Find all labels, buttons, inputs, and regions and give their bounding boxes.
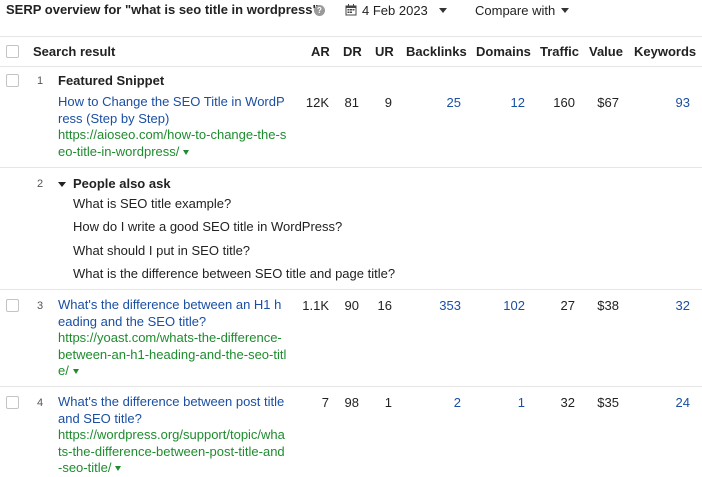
row-checkbox[interactable] <box>6 299 19 312</box>
backlinks-value[interactable]: 2 <box>454 395 461 410</box>
col-domains[interactable]: Domains <box>476 44 531 59</box>
table-row: 1 Featured Snippet How to Change the SEO… <box>0 66 702 168</box>
col-ur[interactable]: UR <box>375 44 394 59</box>
compare-with-dropdown[interactable]: Compare with <box>475 1 570 19</box>
col-dr[interactable]: DR <box>343 44 362 59</box>
ar-value: 12K <box>305 95 329 110</box>
ur-value: 1 <box>384 395 392 410</box>
dr-value: 90 <box>344 298 359 313</box>
top-bar: SERP overview for "what is seo title in … <box>0 0 702 22</box>
paa-question[interactable]: How do I write a good SEO title in WordP… <box>73 219 342 234</box>
result-url[interactable]: https://wordpress.org/support/topic/what… <box>58 427 288 477</box>
chevron-down-icon[interactable] <box>183 149 190 155</box>
result-url[interactable]: https://aioseo.com/how-to-change-the-seo… <box>58 127 288 160</box>
result-url-text[interactable]: https://aioseo.com/how-to-change-the-seo… <box>58 127 286 159</box>
ur-value: 9 <box>384 95 392 110</box>
result-title-link[interactable]: What's the difference between an H1 head… <box>58 297 288 330</box>
table-row: 4 What's the difference between post tit… <box>0 387 702 476</box>
domains-value[interactable]: 1 <box>518 395 525 410</box>
backlinks-value[interactable]: 25 <box>447 95 461 110</box>
value-value: $38 <box>597 298 619 313</box>
people-also-ask-toggle[interactable]: People also ask <box>58 176 171 191</box>
table-row: 2 People also ask What is SEO title exam… <box>0 168 702 290</box>
dr-value: 81 <box>344 95 359 110</box>
row-checkbox[interactable] <box>6 74 19 87</box>
ur-value: 16 <box>377 298 392 313</box>
keywords-value[interactable]: 24 <box>676 395 690 410</box>
page-title: SERP overview for "what is seo title in … <box>6 2 319 17</box>
chevron-down-icon <box>438 7 447 13</box>
ar-value: 7 <box>321 395 329 410</box>
value-value: $67 <box>597 95 619 110</box>
col-search-result[interactable]: Search result <box>33 44 115 59</box>
people-also-ask-label: People also ask <box>73 176 171 191</box>
select-all-checkbox[interactable] <box>6 45 19 58</box>
row-number: 4 <box>37 397 44 409</box>
col-value[interactable]: Value <box>589 44 623 59</box>
domains-value[interactable]: 12 <box>511 95 525 110</box>
chevron-down-icon[interactable] <box>72 369 79 375</box>
calendar-icon <box>345 4 357 16</box>
col-ar[interactable]: AR <box>311 44 330 59</box>
col-keywords[interactable]: Keywords <box>634 44 696 59</box>
table-header: Search result AR DR UR Backlinks Domains… <box>0 36 702 67</box>
chevron-down-icon[interactable] <box>58 182 66 188</box>
ar-value: 1.1K <box>302 298 329 313</box>
compare-label: Compare with <box>475 2 556 18</box>
paa-question[interactable]: What is the difference between SEO title… <box>73 266 395 281</box>
paa-question[interactable]: What is SEO title example? <box>73 196 231 211</box>
date-picker[interactable]: 4 Feb 2023 <box>345 1 447 19</box>
dr-value: 98 <box>344 395 359 410</box>
result-title-link[interactable]: How to Change the SEO Title in WordPress… <box>58 94 288 127</box>
date-label: 4 Feb 2023 <box>362 2 428 18</box>
row-number: 1 <box>37 75 44 87</box>
keywords-value[interactable]: 32 <box>676 298 690 313</box>
row-number: 3 <box>37 300 44 312</box>
traffic-value: 160 <box>553 95 575 110</box>
backlinks-value[interactable]: 353 <box>439 298 461 313</box>
col-traffic[interactable]: Traffic <box>540 44 579 59</box>
paa-question[interactable]: What should I put in SEO title? <box>73 243 250 258</box>
col-backlinks[interactable]: Backlinks <box>406 44 467 59</box>
chevron-down-icon <box>561 7 570 13</box>
result-url[interactable]: https://yoast.com/whats-the-difference-b… <box>58 330 288 380</box>
featured-snippet-label: Featured Snippet <box>58 73 165 88</box>
row-number: 2 <box>37 178 44 190</box>
table-row: 3 What's the difference between an H1 he… <box>0 290 702 387</box>
question-circle-icon[interactable]: ? <box>314 5 325 16</box>
traffic-value: 32 <box>560 395 575 410</box>
result-url-text[interactable]: https://wordpress.org/support/topic/what… <box>58 427 285 475</box>
domains-value[interactable]: 102 <box>503 298 525 313</box>
chevron-down-icon[interactable] <box>115 466 122 472</box>
value-value: $35 <box>597 395 619 410</box>
row-checkbox[interactable] <box>6 396 19 409</box>
result-title-link[interactable]: What's the difference between post title… <box>58 394 288 427</box>
traffic-value: 27 <box>560 298 575 313</box>
keywords-value[interactable]: 93 <box>676 95 690 110</box>
result-url-text[interactable]: https://yoast.com/whats-the-difference-b… <box>58 330 286 378</box>
